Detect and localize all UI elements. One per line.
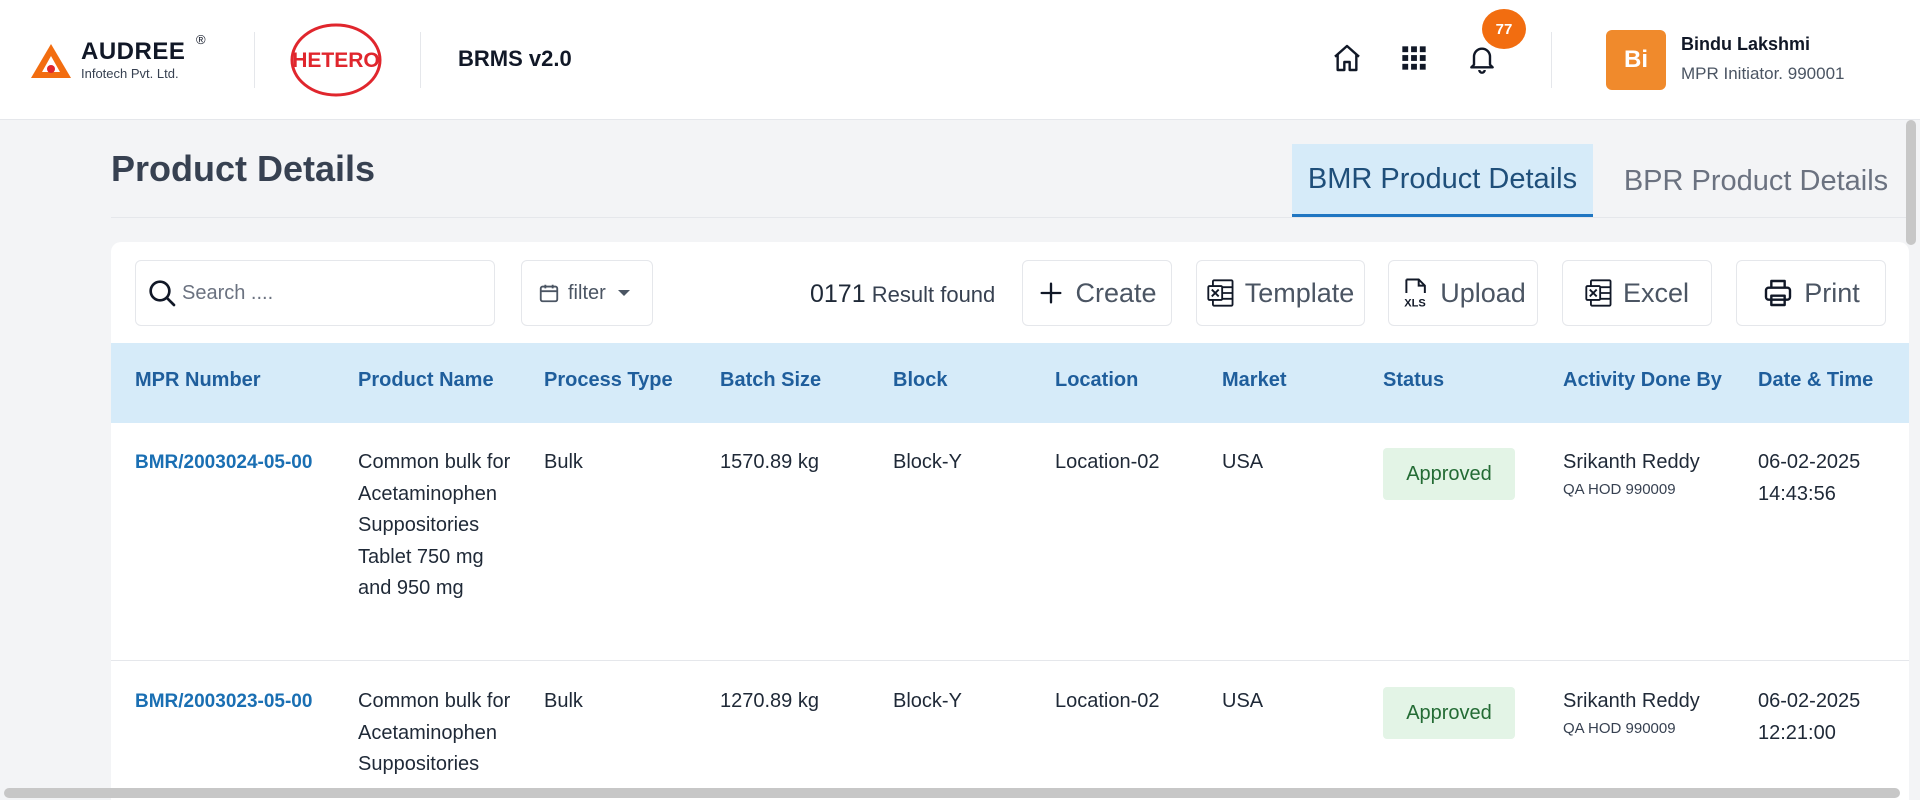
excel-export-button[interactable]: Excel (1562, 260, 1712, 326)
table-row[interactable]: BMR/2003024-05-00 Common bulk for Acetam… (111, 423, 1909, 661)
printer-icon (1765, 279, 1792, 307)
process-type-cell: Bulk (544, 690, 583, 712)
date-value: 06-02-2025 (1758, 690, 1861, 712)
search-icon (149, 280, 176, 307)
hetero-logo: HETERO (288, 22, 384, 98)
template-label: Template (1244, 277, 1355, 308)
time-value: 14:43:56 (1758, 482, 1836, 505)
process-type-cell: Bulk (544, 451, 583, 473)
product-list-card: filter 0171 Result found Create Template… (111, 242, 1909, 800)
column-header-product-name[interactable]: Product Name (358, 369, 494, 392)
brand-registered-mark: ® (196, 32, 206, 47)
page-title: Product Details (111, 148, 376, 189)
time-value: 12:21:00 (1758, 721, 1836, 744)
column-header-batch-size[interactable]: Batch Size (720, 369, 821, 392)
column-header-block[interactable]: Block (893, 369, 947, 392)
create-label: Create (1075, 277, 1157, 308)
activity-user-name: Srikanth Reddy (1563, 451, 1700, 473)
activity-user-name: Srikanth Reddy (1563, 690, 1700, 712)
vertical-scrollbar[interactable] (1906, 120, 1916, 245)
mpr-number-link[interactable]: BMR/2003024-05-00 (135, 447, 312, 479)
column-header-activity-done-by[interactable]: Activity Done By (1563, 369, 1722, 392)
column-header-process-type[interactable]: Process Type (544, 369, 673, 392)
activity-user-role: QA HOD 990009 (1563, 480, 1676, 498)
svg-text:XLS: XLS (1404, 298, 1426, 309)
user-role: MPR Initiator. 990001 (1681, 64, 1845, 83)
plus-icon (1040, 282, 1062, 304)
apps-menu-button[interactable] (1394, 38, 1434, 78)
activity-done-by-cell: Srikanth Reddy QA HOD 990009 (1563, 686, 1700, 740)
column-header-mpr-number[interactable]: MPR Number (135, 369, 261, 392)
status-badge: Approved (1383, 687, 1515, 739)
market-cell: USA (1222, 690, 1264, 712)
location-cell: Location-02 (1055, 451, 1160, 473)
audree-logo-mark (31, 44, 71, 78)
audree-logo[interactable]: AUDREE ® Infotech Pvt. Ltd. (30, 32, 210, 84)
batch-size-cell: 1570.89 kg (720, 451, 819, 473)
excel-label: Excel (1622, 277, 1690, 308)
tab-bmr-product-details[interactable]: BMR Product Details (1292, 144, 1593, 218)
search-box (135, 260, 495, 326)
batch-size-cell: 1270.89 kg (720, 690, 819, 712)
result-count-label: Result found (871, 282, 996, 307)
home-button[interactable] (1327, 38, 1367, 78)
upload-button[interactable]: XLS Upload (1388, 260, 1538, 326)
app-name: BRMS v2.0 (458, 46, 572, 71)
location-cell: Location-02 (1055, 690, 1160, 712)
tabs-divider (111, 217, 1909, 218)
brand-subtitle: Infotech Pvt. Ltd. (81, 66, 179, 81)
status-badge: Approved (1383, 448, 1515, 500)
upload-label: Upload (1440, 277, 1526, 308)
tab-bpr-product-details[interactable]: BPR Product Details (1606, 144, 1906, 218)
activity-user-role: QA HOD 990009 (1563, 719, 1676, 737)
mpr-number-link[interactable]: BMR/2003023-05-00 (135, 686, 312, 718)
print-label: Print (1804, 277, 1860, 308)
column-header-market[interactable]: Market (1222, 369, 1286, 392)
spreadsheet-icon (1207, 279, 1234, 307)
template-button[interactable]: Template (1196, 260, 1365, 326)
horizontal-scrollbar[interactable] (4, 788, 1900, 798)
column-header-location[interactable]: Location (1055, 369, 1138, 392)
date-time-cell: 06-02-2025 12:21:00 (1758, 686, 1860, 749)
xls-file-icon: XLS (1404, 278, 1427, 309)
table-row[interactable]: BMR/2003023-05-00 Common bulk for Acetam… (111, 662, 1909, 800)
app-header: AUDREE ® Infotech Pvt. Ltd. HETERO BRMS … (0, 0, 1920, 120)
print-button[interactable]: Print (1736, 260, 1886, 326)
calendar-icon (539, 284, 559, 303)
filter-button[interactable]: filter (521, 260, 653, 326)
header-divider (254, 32, 255, 88)
header-divider (420, 32, 421, 88)
date-time-cell: 06-02-2025 14:43:56 (1758, 447, 1860, 510)
product-name-cell: Common bulk for Acetaminophen Suppositor… (358, 451, 511, 599)
create-button[interactable]: Create (1022, 260, 1172, 326)
column-header-status[interactable]: Status (1383, 369, 1444, 392)
user-name[interactable]: Bindu Lakshmi (1681, 34, 1810, 55)
result-count: 0171 Result found (810, 280, 995, 309)
chevron-down-icon (617, 290, 630, 296)
apps-grid-icon (1402, 46, 1426, 70)
search-input[interactable] (182, 273, 482, 313)
hetero-logo-text: HETERO (292, 49, 380, 72)
result-count-number: 0171 (810, 280, 866, 308)
user-avatar[interactable]: Bi (1606, 30, 1666, 90)
header-divider (1551, 32, 1552, 88)
excel-icon (1585, 279, 1612, 307)
block-cell: Block-Y (893, 690, 962, 712)
notification-count-badge: 77 (1482, 9, 1526, 49)
table-header: MPR Number Product Name Process Type Bat… (111, 343, 1909, 423)
block-cell: Block-Y (893, 451, 962, 473)
column-header-date-time[interactable]: Date & Time (1758, 369, 1873, 392)
product-name-cell: Common bulk for Acetaminophen Suppositor… (358, 690, 511, 775)
brand-name: AUDREE (81, 38, 186, 65)
date-value: 06-02-2025 (1758, 451, 1861, 473)
market-cell: USA (1222, 451, 1264, 473)
activity-done-by-cell: Srikanth Reddy QA HOD 990009 (1563, 447, 1700, 501)
home-icon (1334, 44, 1360, 72)
filter-label: filter (568, 281, 606, 304)
